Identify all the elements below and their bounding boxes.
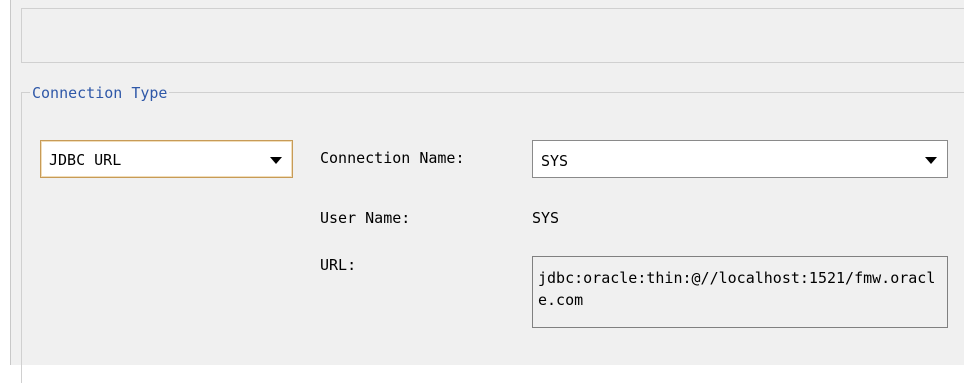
connection-type-select[interactable]: JDBC URL <box>40 140 293 178</box>
connection-name-label: Connection Name: <box>320 149 465 167</box>
top-section-box <box>21 8 964 63</box>
url-field[interactable]: jdbc:oracle:thin:@//localhost:1521/fmw.o… <box>532 256 948 328</box>
connection-name-value: SYS <box>541 152 569 170</box>
chevron-down-icon <box>925 157 937 164</box>
url-label: URL: <box>320 256 357 274</box>
connection-type-value: JDBC URL <box>49 151 122 169</box>
url-value: jdbc:oracle:thin:@//localhost:1521/fmw.o… <box>538 269 936 309</box>
group-title: Connection Type <box>30 84 170 102</box>
user-name-value: SYS <box>532 209 560 227</box>
chevron-down-icon <box>270 157 282 164</box>
connection-type-group <box>21 92 964 383</box>
connection-name-select[interactable]: SYS <box>532 140 948 178</box>
user-name-label: User Name: <box>320 209 411 227</box>
